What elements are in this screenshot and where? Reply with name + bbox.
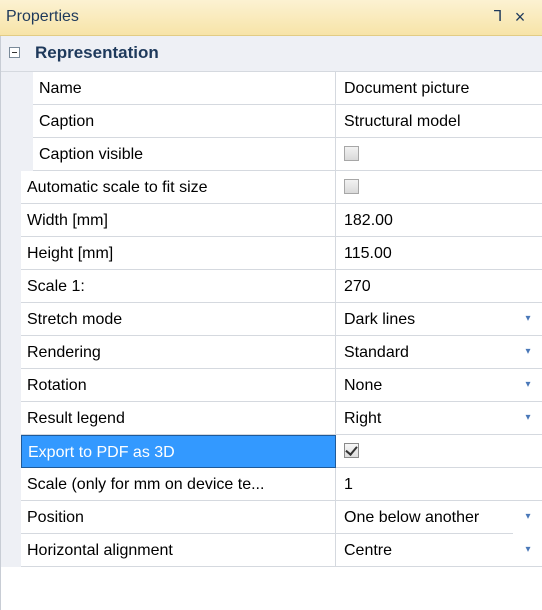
property-row-rendering[interactable]: Rendering Standard ▾ [1,336,542,369]
caption-visible-checkbox[interactable] [344,146,359,161]
property-row-rotation[interactable]: Rotation None ▾ [1,369,542,402]
row-indent [1,72,33,105]
property-name: Caption [33,105,336,138]
collapse-icon[interactable] [9,47,20,58]
property-name: Position [21,501,336,534]
row-indent [1,402,21,435]
property-name: Automatic scale to fit size [21,171,336,204]
property-row-result-legend[interactable]: Result legend Right ▾ [1,402,542,435]
property-row-auto-scale[interactable]: Automatic scale to fit size [1,171,542,204]
property-value [336,138,542,171]
row-indent [1,369,21,402]
property-name: Rotation [21,369,336,402]
row-indent [1,105,33,138]
property-name: Export to PDF as 3D [21,435,336,468]
row-indent [1,303,21,336]
chevron-down-icon[interactable]: ▾ [513,501,542,533]
property-row-position[interactable]: Position One below another ▾ [1,501,542,534]
row-indent [1,534,21,567]
property-name: Width [mm] [21,204,336,237]
chevron-down-icon[interactable]: ▾ [513,336,542,368]
row-indent [1,336,21,369]
property-name: Horizontal alignment [21,534,336,567]
row-indent [1,138,33,171]
property-value[interactable]: 1 [336,468,542,501]
property-row-height[interactable]: Height [mm] 115.00 [1,237,542,270]
chevron-down-icon[interactable]: ▾ [513,402,542,434]
property-name: Height [mm] [21,237,336,270]
property-name: Stretch mode [21,303,336,336]
property-value [336,171,542,204]
export-pdf-3d-checkbox[interactable] [344,443,359,458]
category-label: Representation [35,43,159,62]
row-indent [1,501,21,534]
property-value[interactable]: Centre [336,534,542,567]
property-row-name[interactable]: Name Document picture [1,72,542,105]
property-value[interactable]: Dark lines [336,303,542,336]
property-grid: Representation Name Document picture Cap… [0,36,542,610]
property-name: Scale 1: [21,270,336,303]
chevron-down-icon[interactable]: ▾ [513,534,542,566]
property-row-horizontal-alignment[interactable]: Horizontal alignment Centre ▾ [1,534,542,567]
property-value[interactable]: Standard [336,336,542,369]
close-icon[interactable]: × [510,6,530,28]
property-row-stretch-mode[interactable]: Stretch mode Dark lines ▾ [1,303,542,336]
property-value [336,435,542,468]
property-value[interactable]: 182.00 [336,204,542,237]
property-name: Scale (only for mm on device te... [21,468,336,501]
property-value[interactable]: Structural model [336,105,542,138]
property-value[interactable]: 115.00 [336,237,542,270]
property-value[interactable]: None [336,369,542,402]
chevron-down-icon[interactable]: ▾ [513,303,542,335]
property-row-width[interactable]: Width [mm] 182.00 [1,204,542,237]
property-row-export-pdf-3d[interactable]: Export to PDF as 3D [1,435,542,468]
property-name: Rendering [21,336,336,369]
row-indent [1,435,21,468]
row-indent [1,204,21,237]
property-value[interactable]: 270 [336,270,542,303]
property-name: Result legend [21,402,336,435]
property-name: Name [33,72,336,105]
pin-icon[interactable]: ⅂ [488,6,508,28]
auto-scale-checkbox[interactable] [344,179,359,194]
property-row-scale-device[interactable]: Scale (only for mm on device te... 1 [1,468,542,501]
chevron-down-icon[interactable]: ▾ [513,369,542,401]
category-representation[interactable]: Representation [1,36,542,72]
row-indent [1,468,21,501]
property-name: Caption visible [33,138,336,171]
row-indent [1,237,21,270]
property-row-caption[interactable]: Caption Structural model [1,105,542,138]
properties-title-bar: Properties ⅂ × [0,0,542,36]
row-indent [1,270,21,303]
panel-title: Properties [6,8,79,25]
property-row-caption-visible[interactable]: Caption visible [1,138,542,171]
row-indent [1,171,21,204]
property-value[interactable]: Right [336,402,542,435]
property-row-scale[interactable]: Scale 1: 270 [1,270,542,303]
property-value[interactable]: Document picture [336,72,542,105]
property-value[interactable]: One below another [336,501,513,534]
